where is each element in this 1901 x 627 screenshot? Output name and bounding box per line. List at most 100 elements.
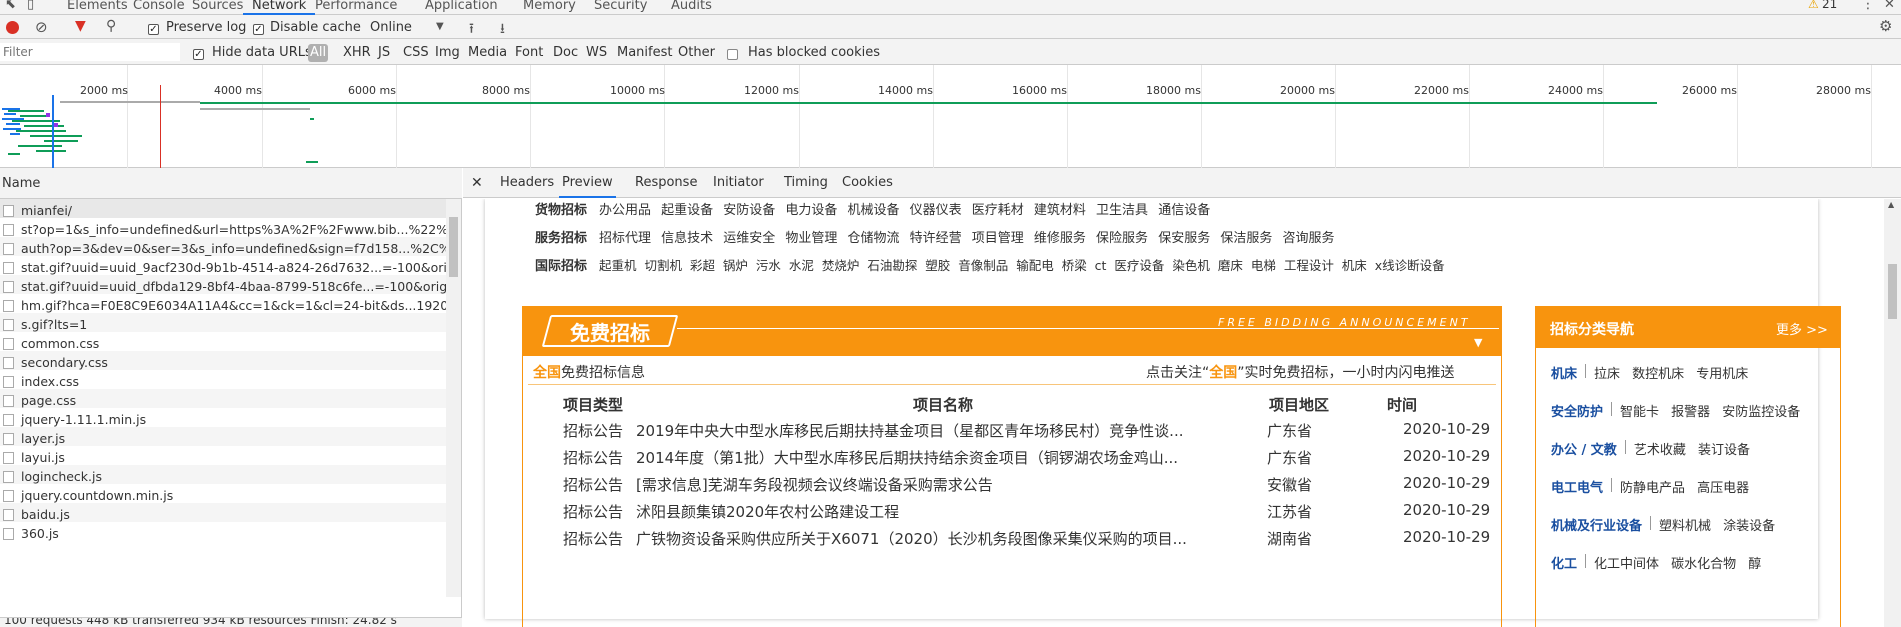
nav-category[interactable]: 办公 / 文教 [1551,439,1617,458]
follow-suffix: ”实时免费招标，一小时内闪电推送 [1237,365,1455,381]
nav-separator [1611,402,1613,416]
preview-viewport[interactable]: 货物招标 办公用品 起重设备 安防设备 电力设备 机械设备 仪器仪表 医疗耗材 … [464,199,1901,627]
blocked-cookies-checkbox[interactable] [727,47,738,61]
nav-subcategories[interactable]: 艺术收藏 装订设备 [1634,439,1750,458]
file-icon [3,376,14,388]
tab-response[interactable]: Response [635,168,697,198]
panel-tab-security[interactable]: Security [585,0,656,15]
file-icon [3,338,14,350]
type-filter-other[interactable]: Other [678,45,715,60]
timeline-waterfall-bars [2,85,1657,168]
nav-category[interactable]: 机床 [1551,363,1577,382]
record-icon[interactable] [6,21,19,34]
row-project-name[interactable]: 广铁物资设备采购供应所关于X6071（2020）长沙机务段图像采集仪采购的项目.… [636,528,1187,549]
col-header-time: 时间 [1387,396,1418,414]
rendered-page: 货物招标 办公用品 起重设备 安防设备 电力设备 机械设备 仪器仪表 医疗耗材 … [485,199,1841,627]
nav-subcategories[interactable]: 拉床 数控机床 专用机床 [1594,363,1748,382]
type-filter-font[interactable]: Font [515,45,543,60]
status-summary: 100 requests 448 kB transferred 934 kB r… [4,617,397,627]
category-nav-more-link[interactable]: 更多 >> [1776,319,1828,338]
device-toolbar-icon[interactable]: ▯ [27,0,34,12]
nav-category[interactable]: 安全防护 [1551,401,1603,420]
tab-timing[interactable]: Timing [784,168,828,198]
type-filter-xhr[interactable]: XHR [343,45,371,60]
row-project-name[interactable]: 2019年中央大中型水库移民后期扶持基金项目（星都区青年场移民村）竞争性谈... [636,420,1183,441]
throttle-select[interactable]: Online [370,20,412,35]
tab-cookies[interactable]: Cookies [842,168,893,198]
category-items[interactable]: 起重机 切割机 彩超 锅炉 污水 水泥 焚烧炉 石油勘探 塑胶 音像制品 输配电… [599,255,1445,274]
more-options-icon[interactable]: ⋮ [1861,0,1875,12]
row-type: 招标公告 [563,449,624,467]
file-icon [3,243,14,255]
warning-count[interactable]: 21 [1822,0,1837,11]
type-filter-css[interactable]: CSS [403,45,429,60]
file-icon [3,300,14,312]
file-icon [3,452,14,464]
type-filter-media[interactable]: Media [468,45,507,60]
inspect-element-icon[interactable]: ⬉ [5,0,16,12]
detail-tabbar: ✕ Headers Preview Response Initiator Tim… [463,168,1901,198]
panel-tab-network[interactable]: Network [243,0,316,15]
row-date: 2020-10-29 [1403,528,1491,546]
file-icon [3,414,14,426]
request-row[interactable]: 360.js [0,522,446,545]
clear-icon[interactable]: ⊘ [35,18,48,36]
nav-subcategories[interactable]: 防静电产品 高压电器 [1620,477,1749,496]
category-items[interactable]: 招标代理 信息技术 运维安全 物业管理 仓储物流 特许经营 项目管理 维修服务 … [599,227,1334,246]
preserve-log-checkbox[interactable] [148,22,159,36]
close-detail-icon[interactable]: ✕ [471,168,483,198]
panel-tab-performance[interactable]: Performance [306,0,406,15]
disable-cache-checkbox[interactable] [253,22,264,36]
search-icon[interactable]: ⚲ [106,18,116,34]
nav-category[interactable]: 电工电气 [1551,477,1603,496]
row-project-name[interactable]: 沭阳县颜集镇2020年农村公路建设工程 [636,501,899,522]
chevron-down-icon[interactable]: ▼ [436,21,444,32]
type-filter-ws[interactable]: WS [586,45,607,60]
hide-data-urls-checkbox[interactable] [193,47,204,61]
nav-subcategories[interactable]: 塑料机械 涂装设备 [1659,515,1775,534]
file-icon [3,471,14,483]
blocked-cookies-label: Has blocked cookies [748,45,881,60]
tab-preview[interactable]: Preview [559,168,616,198]
tab-headers[interactable]: Headers [500,168,554,198]
follow-region: 全国 [1209,365,1238,381]
nav-subcategories[interactable]: 化工中间体 碳水化合物 醇 [1594,553,1761,572]
type-filter-doc[interactable]: Doc [553,45,578,60]
filter-input[interactable] [0,43,180,61]
row-region: 湖南省 [1267,530,1313,548]
scrollbar-thumb[interactable] [449,217,458,277]
nav-category[interactable]: 机械及行业设备 [1551,515,1642,534]
scroll-up-icon[interactable]: ▲ [1888,200,1894,209]
type-filter-manifest[interactable]: Manifest [617,45,672,60]
row-type: 招标公告 [563,503,624,521]
preserve-log-label: Preserve log [166,20,247,35]
bidding-list: 全国 免费招标信息 点击关注“全国”实时免费招标，一小时内闪电推送 项目类型 项… [522,356,1502,627]
filter-icon[interactable]: ▼ [75,18,86,34]
nav-subcategories[interactable]: 智能卡 报警器 安防监控设备 [1620,401,1800,420]
type-filter-all[interactable]: All [310,45,326,60]
nav-separator [1650,516,1652,530]
file-icon [3,281,14,293]
nav-category[interactable]: 化工 [1551,553,1577,572]
follow-notice[interactable]: 点击关注“全国”实时免费招标，一小时内闪电推送 [1146,362,1455,382]
name-column-header[interactable]: Name [0,168,462,199]
col-header-type: 项目类型 [563,396,624,414]
type-filter-img[interactable]: Img [435,45,460,60]
warning-icon[interactable]: ⚠ [1808,0,1819,11]
banner-triangle-icon: ▼ [1474,336,1483,349]
preview-scrollbar[interactable]: ▲ [1884,199,1901,627]
row-project-name[interactable]: 2014年度（第1批）大中型水库移民后期扶持结余资金项目（铜锣湖农场金鸡山... [636,447,1178,468]
gear-icon[interactable]: ⚙ [1879,17,1892,35]
type-filter-js[interactable]: JS [378,45,390,60]
category-items[interactable]: 办公用品 起重设备 安防设备 电力设备 机械设备 仪器仪表 医疗耗材 建筑材料 … [599,199,1210,218]
network-overview-timeline[interactable]: 2000 ms 4000 ms 6000 ms 8000 ms 10000 ms… [0,65,1901,168]
panel-tab-memory[interactable]: Memory [514,0,585,15]
close-devtools-icon[interactable]: ✕ [1884,0,1895,12]
request-list-scrollbar[interactable] [446,199,461,597]
row-date: 2020-10-29 [1403,447,1491,465]
panel-tab-audits[interactable]: Audits [662,0,721,15]
scrollbar-thumb[interactable] [1888,264,1897,319]
row-project-name[interactable]: [需求信息]芜湖车务段视频会议终端设备采购需求公告 [636,474,993,495]
tab-initiator[interactable]: Initiator [713,168,764,198]
panel-tab-application[interactable]: Application [416,0,507,15]
